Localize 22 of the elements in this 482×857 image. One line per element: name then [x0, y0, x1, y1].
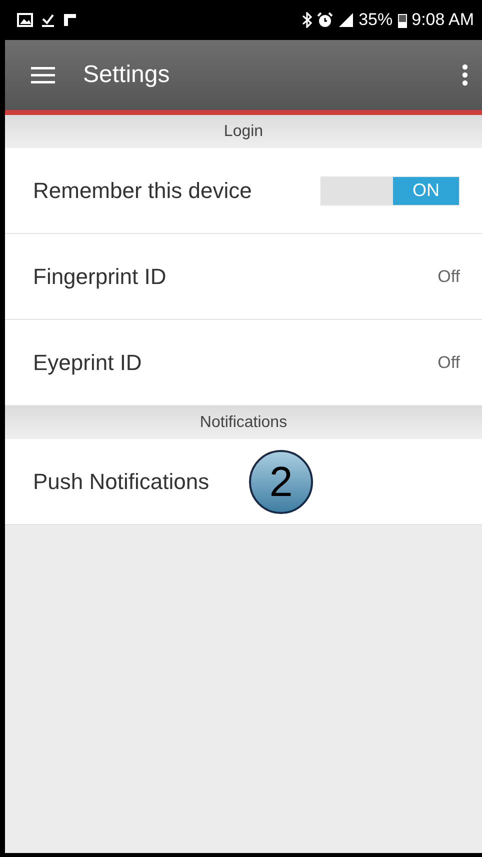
bluetooth-icon — [302, 12, 312, 28]
menu-icon[interactable] — [31, 66, 55, 84]
toolbar-title: Settings — [83, 61, 171, 89]
row-value: Off — [438, 266, 460, 286]
row-label: Eyeprint ID — [33, 350, 142, 376]
row-value: Off — [438, 352, 460, 372]
battery-icon — [398, 12, 407, 28]
settings-row[interactable]: Eyeprint ID Off — [5, 320, 482, 406]
row-label: Fingerprint ID — [33, 264, 166, 290]
row-label: Push Notifications — [33, 468, 210, 494]
settings-row[interactable]: Fingerprint ID Off — [5, 234, 482, 320]
settings-row[interactable]: Remember this device ON — [5, 148, 482, 234]
battery-percent: 35% — [358, 10, 393, 30]
clock-time: 9:08 AM — [412, 10, 474, 30]
settings-row[interactable]: Push Notifications 2 — [5, 439, 482, 525]
download-done-icon — [41, 12, 55, 28]
row-label: Remember this device — [33, 178, 252, 204]
alarm-icon — [316, 12, 333, 28]
more-options-icon[interactable] — [462, 64, 468, 86]
signal-icon — [338, 12, 354, 28]
callout-badge: 2 — [249, 450, 314, 514]
image-icon — [17, 13, 33, 27]
